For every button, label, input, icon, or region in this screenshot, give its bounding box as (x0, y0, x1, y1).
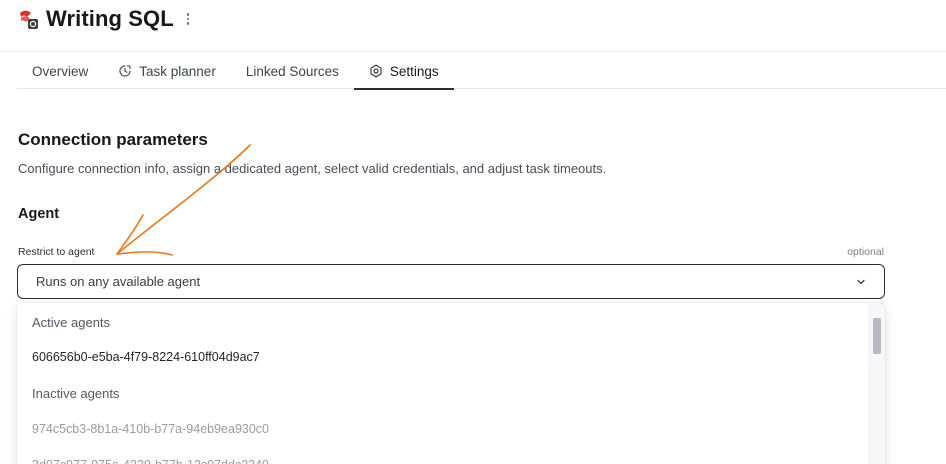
section-title: Connection parameters (18, 130, 208, 149)
agent-option[interactable]: 606656b0-e5ba-4f79-8224-610ff04d9ac7 (32, 350, 260, 364)
tab-overview[interactable]: Overview (17, 53, 103, 89)
sql-task-icon (20, 10, 38, 29)
clock-icon (119, 65, 131, 77)
tab-label: Overview (32, 63, 89, 79)
agent-option-inactive[interactable]: 974c5cb3-8b1a-410b-b77a-94eb9ea930c0 (32, 422, 269, 436)
page-header: Writing SQL (0, 0, 946, 52)
tab-label: Task planner (139, 63, 216, 79)
agent-dropdown: Active agents 606656b0-e5ba-4f79-8224-61… (17, 303, 885, 464)
kebab-menu-icon[interactable] (182, 10, 194, 28)
section-description: Configure connection info, assign a dedi… (18, 161, 607, 176)
group-label-active: Active agents (32, 315, 111, 330)
chevron-down-icon (857, 279, 865, 284)
tab-label: Linked Sources (245, 63, 339, 79)
page: Writing SQL Overview Task planner Linked… (0, 0, 946, 464)
scrollbar-thumb[interactable] (873, 318, 881, 354)
agent-option-inactive[interactable]: 3d07c977-075e-4229-b77b-12c07ddc2349 (32, 458, 269, 464)
restrict-agent-label: Restrict to agent (18, 246, 95, 258)
agent-select-value: Runs on any available agent (36, 274, 201, 289)
tab-bar: Overview Task planner Linked Sources Set… (17, 53, 946, 90)
tab-label: Settings (389, 63, 439, 79)
tab-task-planner[interactable]: Task planner (103, 53, 231, 89)
group-label-inactive: Inactive agents (32, 386, 120, 401)
agent-heading: Agent (18, 206, 60, 222)
tab-linked-sources[interactable]: Linked Sources (231, 53, 354, 89)
dropdown-scrollbar[interactable] (868, 303, 885, 464)
agent-select[interactable]: Runs on any available agent (17, 264, 885, 299)
gear-icon (370, 64, 382, 78)
tab-settings[interactable]: Settings (353, 53, 454, 90)
page-title: Writing SQL (46, 6, 174, 31)
optional-label: optional (847, 246, 884, 258)
